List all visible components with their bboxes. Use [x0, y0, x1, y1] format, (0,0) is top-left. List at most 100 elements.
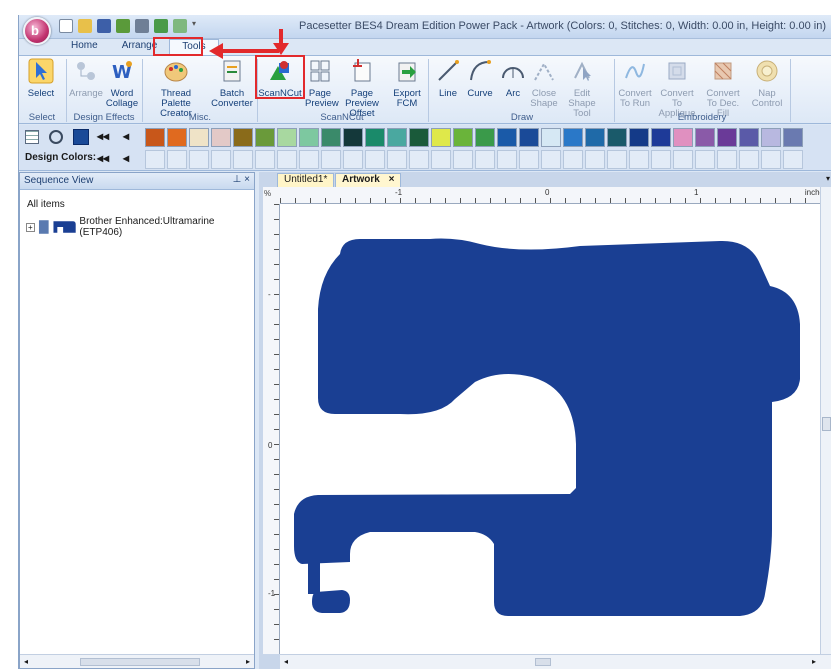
redo-icon[interactable]	[173, 19, 187, 33]
thread-color-swatch[interactable]	[739, 128, 759, 147]
design-color-slot[interactable]	[145, 150, 165, 169]
design-color-slot[interactable]	[409, 150, 429, 169]
design-color-slot[interactable]	[167, 150, 187, 169]
design-color-slot[interactable]	[497, 150, 517, 169]
design-color-slot[interactable]	[783, 150, 803, 169]
thread-color-swatch[interactable]	[211, 128, 231, 147]
word-collage-button[interactable]: W Word Collage	[105, 58, 139, 109]
thread-color-swatch[interactable]	[475, 128, 495, 147]
export-icon[interactable]	[116, 19, 130, 33]
thread-color-swatch[interactable]	[651, 128, 671, 147]
thread-color-swatch[interactable]	[365, 128, 385, 147]
thread-color-swatch[interactable]	[673, 128, 693, 147]
design-color-slot[interactable]	[673, 150, 693, 169]
design-color-slot[interactable]	[343, 150, 363, 169]
close-shape-button[interactable]: Close Shape	[529, 58, 559, 109]
thread-palette-creator-button[interactable]: Thread Palette Creator	[145, 58, 207, 119]
thread-color-swatch[interactable]	[167, 128, 187, 147]
design-color-slot[interactable]	[761, 150, 781, 169]
design-color-slot[interactable]	[651, 150, 671, 169]
convert-to-applique-button[interactable]: Convert To Applique	[655, 58, 699, 119]
design-color-slot[interactable]	[585, 150, 605, 169]
thread-color-swatch[interactable]	[783, 128, 803, 147]
export-fcm-button[interactable]: Export FCM	[391, 58, 423, 109]
tab-close-icon[interactable]: ×	[389, 174, 395, 185]
page-preview-button[interactable]: Page Preview	[305, 58, 339, 109]
convert-to-run-button[interactable]: Convert To Run	[617, 58, 653, 109]
canvas-horizontal-scrollbar[interactable]: ◂ ▸	[280, 654, 831, 669]
nap-control-button[interactable]: Nap Control	[749, 58, 785, 109]
doc-tab-artwork[interactable]: Artwork ×	[335, 173, 402, 187]
open-folder-icon[interactable]	[78, 19, 92, 33]
design-color-slot[interactable]	[233, 150, 253, 169]
design-color-slot[interactable]	[255, 150, 275, 169]
line-button[interactable]: Line	[435, 58, 461, 99]
design-color-slot[interactable]	[607, 150, 627, 169]
thread-color-swatch[interactable]	[431, 128, 451, 147]
save-icon[interactable]	[97, 19, 111, 33]
zoom-icon[interactable]	[49, 130, 63, 144]
scroll-prev-icon[interactable]: ◂	[123, 129, 129, 143]
qat-customize-icon[interactable]: ▾	[192, 19, 200, 33]
sequence-horizontal-scrollbar[interactable]: ◂ ▸	[20, 654, 254, 668]
curve-button[interactable]: Curve	[465, 58, 495, 99]
close-icon[interactable]: ×	[244, 174, 250, 185]
arc-button[interactable]: Arc	[499, 58, 527, 99]
thread-color-swatch[interactable]	[585, 128, 605, 147]
design-color-slot[interactable]	[563, 150, 583, 169]
thread-color-swatch[interactable]	[409, 128, 429, 147]
thread-color-swatch[interactable]	[695, 128, 715, 147]
design-colors-prev-icon[interactable]: ◂	[123, 151, 129, 165]
thread-color-swatch[interactable]	[145, 128, 165, 147]
design-color-slot[interactable]	[299, 150, 319, 169]
thread-color-swatch[interactable]	[497, 128, 517, 147]
thread-color-swatch[interactable]	[563, 128, 583, 147]
pin-icon[interactable]: ⊥	[233, 174, 242, 185]
design-color-slot[interactable]	[541, 150, 561, 169]
sewing-machine-shape[interactable]	[280, 204, 820, 654]
design-color-slot[interactable]	[453, 150, 473, 169]
thread-color-swatch[interactable]	[233, 128, 253, 147]
thread-color-swatch[interactable]	[299, 128, 319, 147]
thread-color-swatch[interactable]	[387, 128, 407, 147]
grid-icon[interactable]	[25, 130, 39, 144]
tab-home[interactable]: Home	[59, 39, 110, 55]
thread-color-swatch[interactable]	[343, 128, 363, 147]
design-color-slot[interactable]	[211, 150, 231, 169]
doc-tab-untitled[interactable]: Untitled1*	[277, 173, 335, 187]
print-icon[interactable]	[135, 19, 149, 33]
convert-to-dec-fill-button[interactable]: Convert To Dec. Fill	[701, 58, 745, 119]
arrange-button[interactable]: Arrange	[69, 58, 103, 99]
design-color-slot[interactable]	[717, 150, 737, 169]
design-color-slot[interactable]	[475, 150, 495, 169]
thread-color-swatch[interactable]	[629, 128, 649, 147]
design-colors-first-icon[interactable]: ◂◂	[97, 151, 109, 165]
design-color-slot[interactable]	[629, 150, 649, 169]
new-file-icon[interactable]	[59, 19, 73, 33]
sequence-item[interactable]: + Brother Enhanced:Ultramarine (ETP406)	[26, 216, 254, 238]
thread-color-swatch[interactable]	[255, 128, 275, 147]
edit-shape-tool-button[interactable]: Edit Shape Tool	[561, 58, 603, 119]
thread-color-swatch[interactable]	[717, 128, 737, 147]
design-color-slot[interactable]	[739, 150, 759, 169]
thread-color-swatch[interactable]	[761, 128, 781, 147]
application-orb-button[interactable]: b	[23, 17, 51, 45]
thread-color-swatch[interactable]	[541, 128, 561, 147]
page-preview-offset-button[interactable]: Page Preview Offset	[335, 58, 389, 119]
design-color-slot[interactable]	[277, 150, 297, 169]
thread-color-swatch[interactable]	[519, 128, 539, 147]
design-color-slot[interactable]	[387, 150, 407, 169]
design-color-slot[interactable]	[431, 150, 451, 169]
thread-color-swatch[interactable]	[277, 128, 297, 147]
thread-color-swatch[interactable]	[321, 128, 341, 147]
thread-color-swatch[interactable]	[607, 128, 627, 147]
canvas-vertical-scrollbar[interactable]	[820, 187, 831, 654]
expand-icon[interactable]: +	[26, 222, 35, 232]
design-color-slot[interactable]	[519, 150, 539, 169]
thread-color-swatch[interactable]	[189, 128, 209, 147]
design-color-slot[interactable]	[365, 150, 385, 169]
tab-dropdown-icon[interactable]: ▾	[826, 174, 830, 183]
undo-icon[interactable]	[154, 19, 168, 33]
thread-color-swatch[interactable]	[453, 128, 473, 147]
design-color-slot[interactable]	[189, 150, 209, 169]
